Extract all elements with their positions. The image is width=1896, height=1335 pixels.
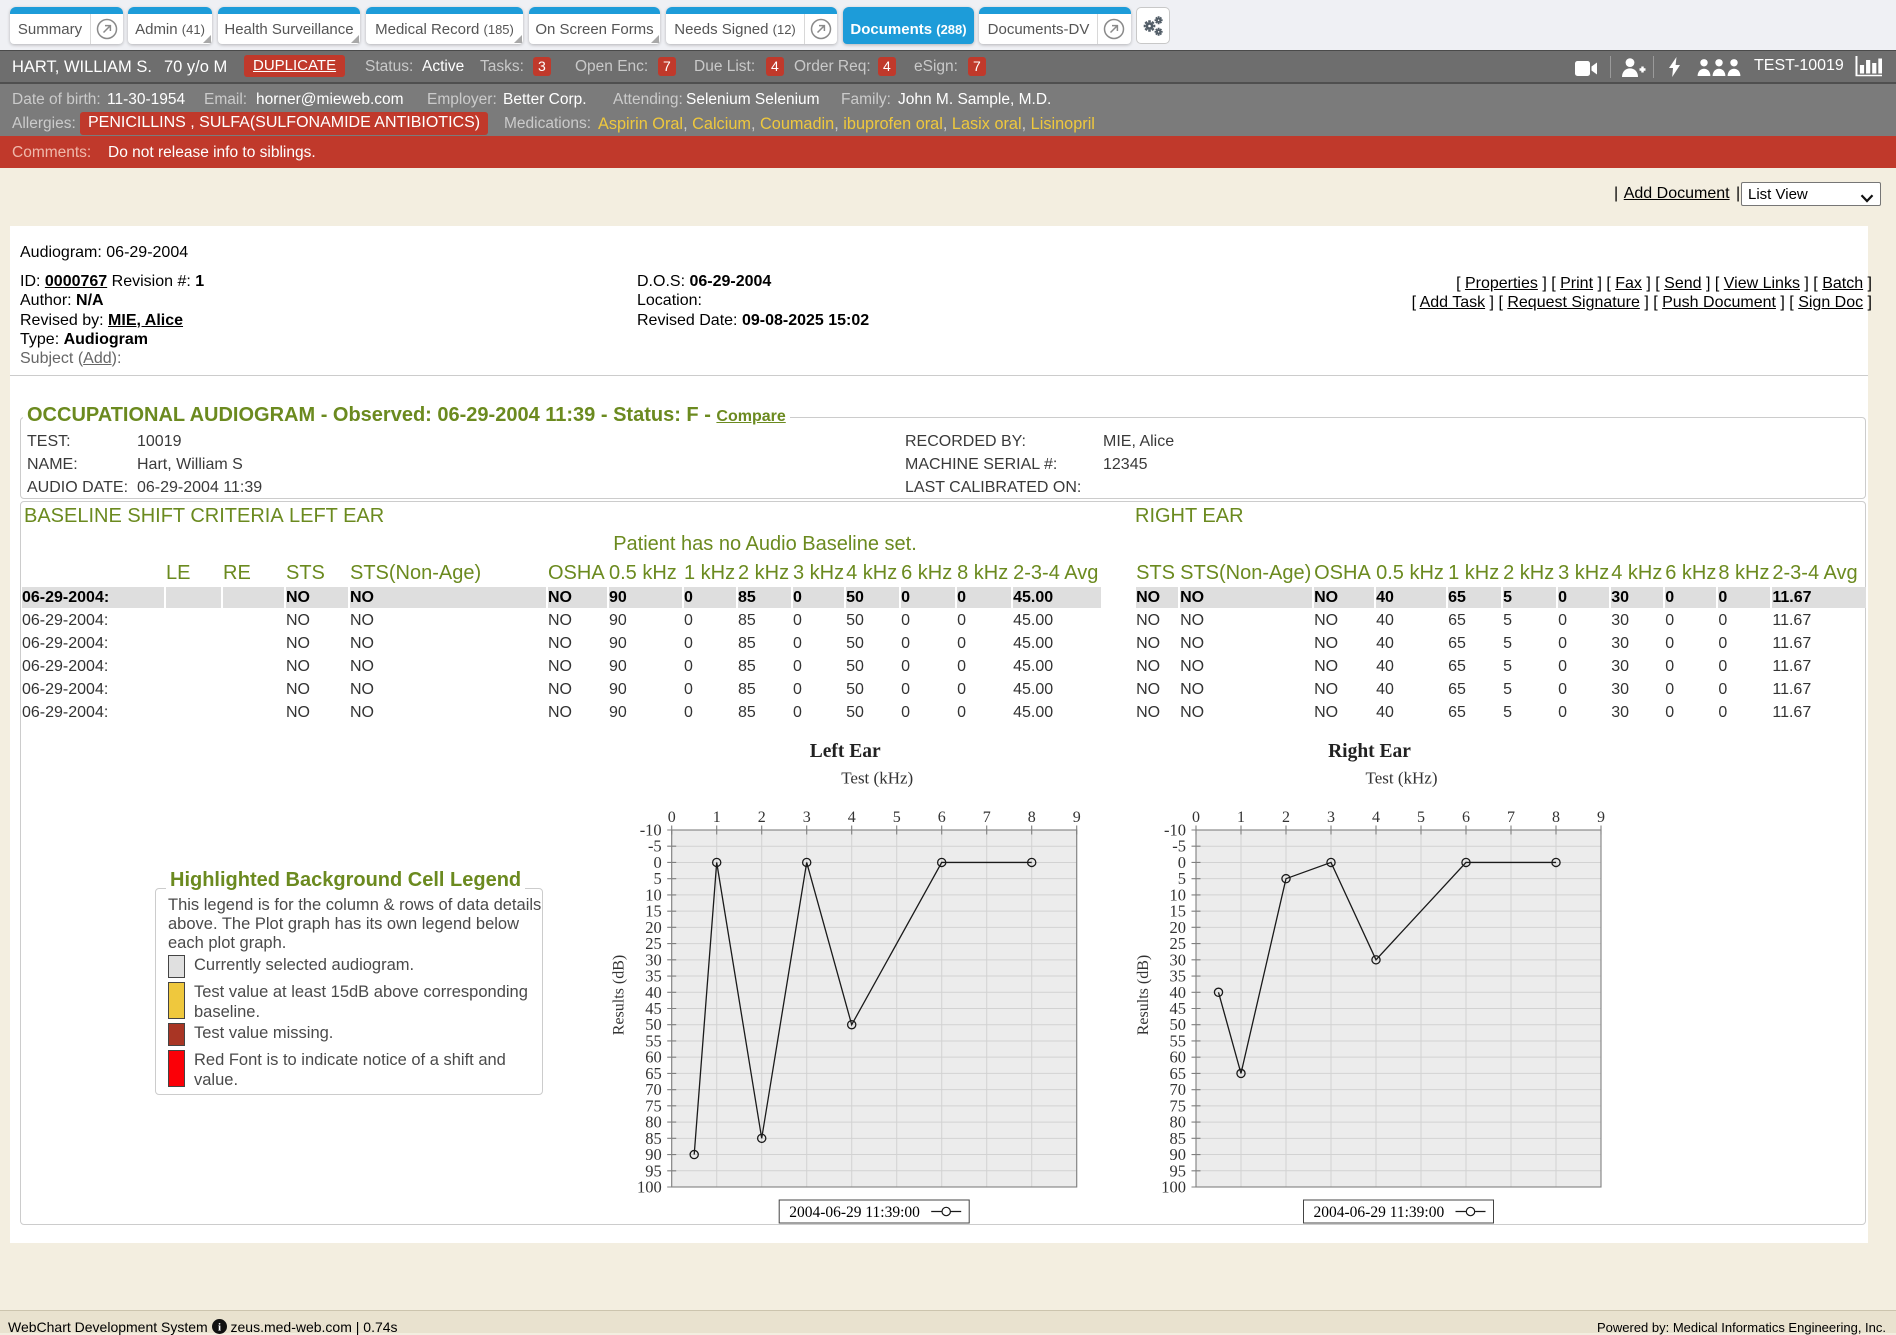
svg-text:Right Ear: Right Ear xyxy=(1328,741,1411,762)
svg-text:Results (dB): Results (dB) xyxy=(611,955,628,1035)
svg-text:Test (kHz): Test (kHz) xyxy=(1366,769,1438,788)
svg-text:3: 3 xyxy=(803,809,811,826)
svg-text:Results (dB): Results (dB) xyxy=(1135,955,1152,1035)
svg-text:2004-06-29 11:39:00: 2004-06-29 11:39:00 xyxy=(789,1204,920,1221)
svg-text:6: 6 xyxy=(1462,809,1470,826)
svg-text:0: 0 xyxy=(1192,809,1200,826)
svg-text:2: 2 xyxy=(758,809,766,826)
svg-text:4: 4 xyxy=(848,809,856,826)
svg-text:Test (kHz): Test (kHz) xyxy=(841,769,913,788)
svg-text:5: 5 xyxy=(893,809,901,826)
svg-text:1: 1 xyxy=(1237,809,1245,826)
svg-text:8: 8 xyxy=(1028,809,1036,826)
svg-text:2: 2 xyxy=(1282,809,1290,826)
svg-text:7: 7 xyxy=(1507,809,1515,826)
svg-text:100: 100 xyxy=(1161,1178,1186,1197)
svg-text:8: 8 xyxy=(1552,809,1560,826)
svg-text:2004-06-29 11:39:00: 2004-06-29 11:39:00 xyxy=(1314,1204,1445,1221)
svg-text:6: 6 xyxy=(938,809,946,826)
svg-text:4: 4 xyxy=(1372,809,1380,826)
svg-text:5: 5 xyxy=(1417,809,1425,826)
svg-text:i: i xyxy=(218,1321,221,1333)
svg-text:9: 9 xyxy=(1073,809,1081,826)
svg-text:100: 100 xyxy=(637,1178,662,1197)
svg-text:3: 3 xyxy=(1327,809,1335,826)
svg-text:0: 0 xyxy=(668,809,676,826)
svg-text:1: 1 xyxy=(713,809,721,826)
svg-text:9: 9 xyxy=(1597,809,1605,826)
svg-text:7: 7 xyxy=(983,809,991,826)
svg-text:Left Ear: Left Ear xyxy=(810,741,881,762)
